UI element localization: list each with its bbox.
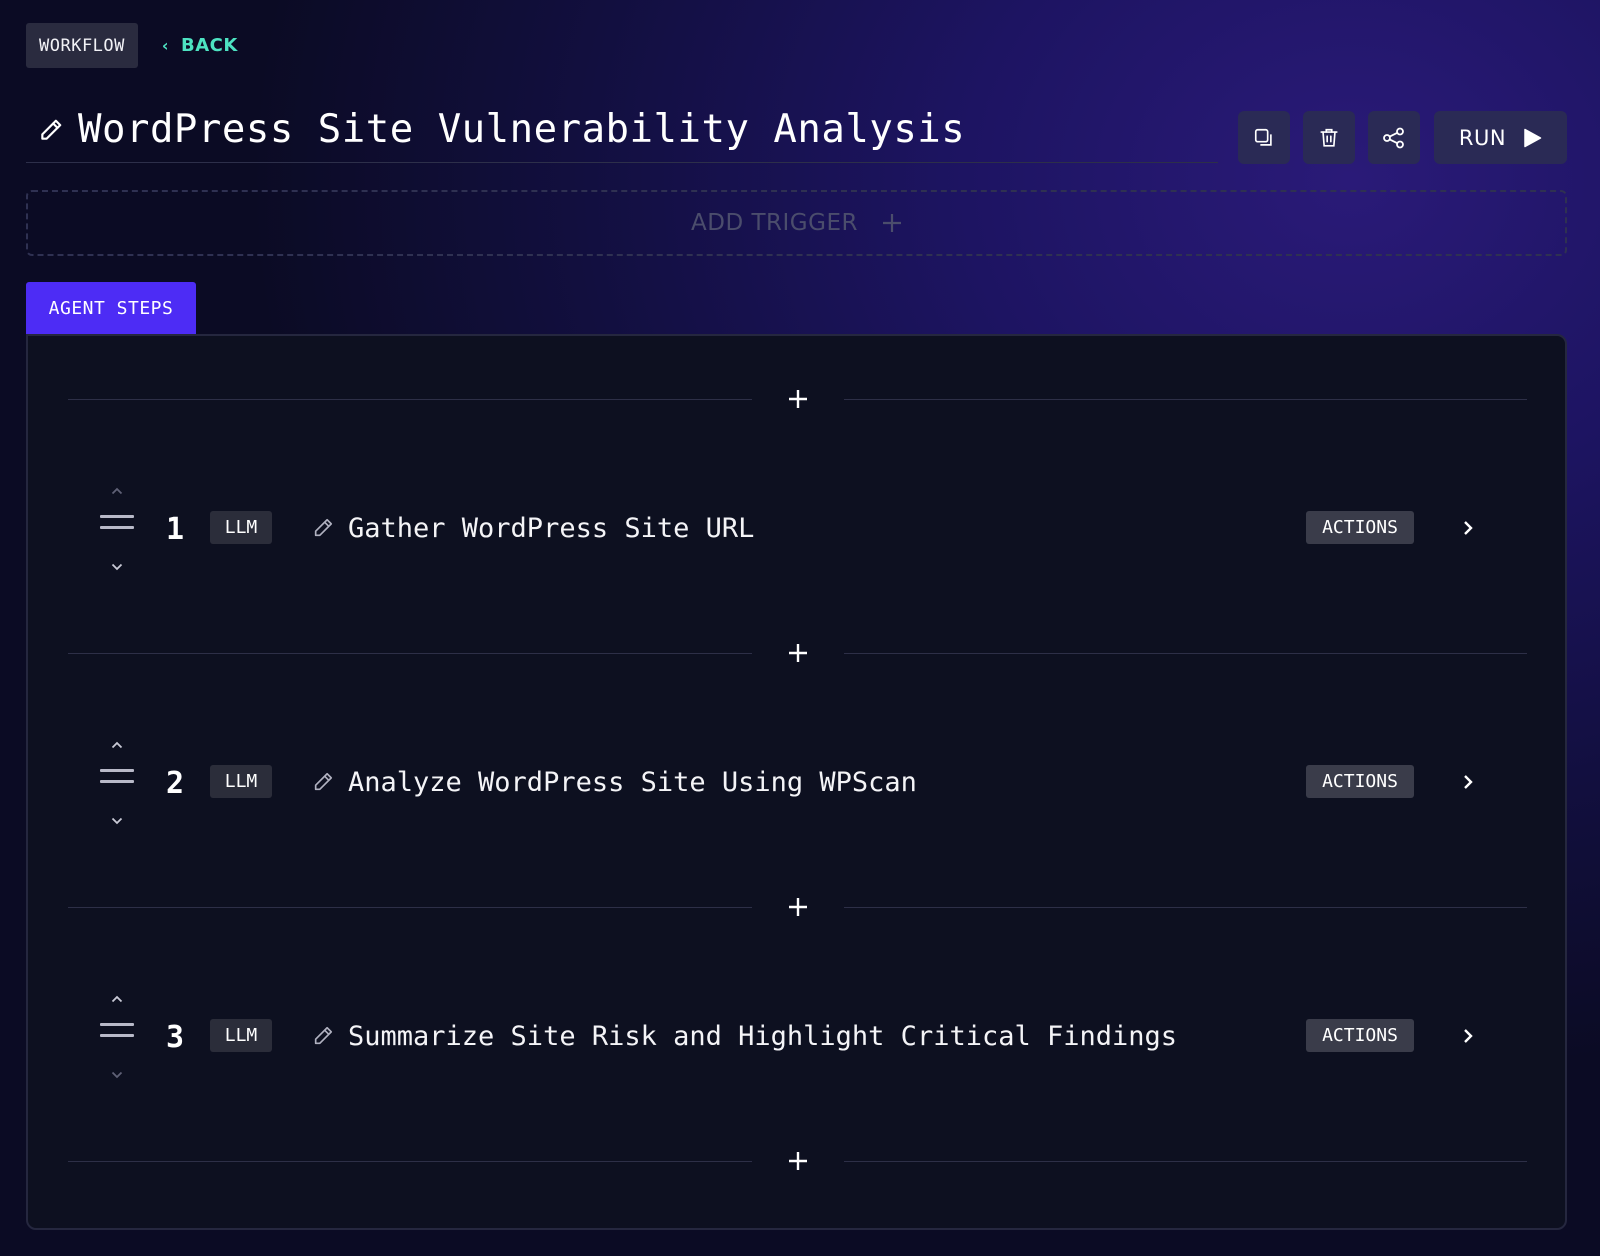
- drag-handle[interactable]: [100, 514, 134, 538]
- insert-step-button[interactable]: [778, 638, 818, 668]
- chevron-right-icon[interactable]: [1458, 518, 1478, 538]
- chevron-down-icon: [111, 817, 123, 825]
- back-label: BACK: [180, 35, 238, 56]
- trash-icon: [1320, 128, 1338, 147]
- delete-button[interactable]: [1303, 111, 1355, 164]
- plus-icon: [882, 214, 901, 232]
- pencil-icon[interactable]: [38, 117, 64, 143]
- add-trigger-label: ADD TRIGGER: [691, 210, 858, 236]
- step-type-badge: LLM: [210, 765, 272, 798]
- title-row: WordPress Site Vulnerability Analysis: [26, 97, 1218, 163]
- step-name[interactable]: Analyze WordPress Site Using WPScan: [348, 767, 917, 798]
- drag-handle[interactable]: [100, 1022, 134, 1046]
- share-icon: [1383, 127, 1404, 148]
- actions-button[interactable]: ACTIONS: [1306, 765, 1414, 798]
- pencil-icon[interactable]: [312, 771, 334, 793]
- run-label: RUN: [1458, 125, 1507, 150]
- divider-line: [68, 907, 752, 908]
- reorder-controls: [100, 992, 134, 1082]
- top-bar: WORKFLOW ‹ BACK: [26, 23, 238, 68]
- insert-step-divider: [68, 384, 1527, 414]
- run-button[interactable]: RUN: [1434, 111, 1567, 164]
- agent-steps-panel: 1 LLM Gather WordPress Site URL ACTIONS: [26, 334, 1567, 1230]
- chevron-down-icon: [111, 1071, 123, 1079]
- play-icon: [1524, 128, 1542, 147]
- step-type-badge: LLM: [210, 511, 272, 544]
- insert-step-button[interactable]: [778, 1146, 818, 1176]
- divider-line: [844, 1161, 1527, 1162]
- step-row: 1 LLM Gather WordPress Site URL ACTIONS: [28, 484, 1565, 574]
- reorder-controls: [100, 484, 134, 574]
- insert-step-button[interactable]: [778, 892, 818, 922]
- chevron-right-icon[interactable]: [1458, 1026, 1478, 1046]
- move-up-button[interactable]: [108, 738, 126, 752]
- back-link[interactable]: ‹ BACK: [162, 35, 238, 56]
- divider-line: [844, 399, 1527, 400]
- pencil-icon[interactable]: [312, 1025, 334, 1047]
- move-down-button[interactable]: [108, 814, 126, 828]
- move-up-button[interactable]: [108, 484, 126, 498]
- divider-line: [68, 399, 752, 400]
- chevron-up-icon: [111, 741, 123, 749]
- reorder-controls: [100, 738, 134, 828]
- move-down-button[interactable]: [108, 1068, 126, 1082]
- step-number: 2: [166, 766, 185, 801]
- insert-step-divider: [68, 892, 1527, 922]
- actions-button[interactable]: ACTIONS: [1306, 1019, 1414, 1052]
- step-name[interactable]: Gather WordPress Site URL: [348, 513, 754, 544]
- insert-step-divider: [68, 638, 1527, 668]
- step-number: 1: [166, 512, 185, 547]
- plus-icon: [789, 390, 807, 408]
- tab-agent-steps[interactable]: AGENT STEPS: [26, 282, 196, 334]
- move-up-button[interactable]: [108, 992, 126, 1006]
- step-row: 3 LLM Summarize Site Risk and Highlight …: [28, 992, 1565, 1082]
- share-button[interactable]: [1368, 111, 1420, 164]
- insert-step-divider: [68, 1146, 1527, 1176]
- plus-icon: [789, 1152, 807, 1170]
- plus-icon: [789, 644, 807, 662]
- chevron-left-icon: ‹: [161, 36, 169, 55]
- divider-line: [844, 907, 1527, 908]
- insert-step-button[interactable]: [778, 384, 818, 414]
- divider-line: [68, 1161, 752, 1162]
- move-down-button[interactable]: [108, 560, 126, 574]
- workflow-badge: WORKFLOW: [26, 23, 138, 68]
- chevron-right-icon[interactable]: [1458, 772, 1478, 792]
- copy-icon: [1254, 128, 1272, 146]
- chevron-down-icon: [111, 563, 123, 571]
- drag-handle[interactable]: [100, 768, 134, 792]
- step-type-badge: LLM: [210, 1019, 272, 1052]
- add-trigger-button[interactable]: ADD TRIGGER: [26, 190, 1567, 256]
- divider-line: [68, 653, 752, 654]
- plus-icon: [789, 898, 807, 916]
- page-title[interactable]: WordPress Site Vulnerability Analysis: [78, 107, 965, 152]
- chevron-up-icon: [111, 995, 123, 1003]
- pencil-icon[interactable]: [312, 517, 334, 539]
- divider-line: [844, 653, 1527, 654]
- duplicate-button[interactable]: [1238, 111, 1290, 164]
- step-row: 2 LLM Analyze WordPress Site Using WPSca…: [28, 738, 1565, 828]
- actions-button[interactable]: ACTIONS: [1306, 511, 1414, 544]
- step-number: 3: [166, 1020, 185, 1055]
- step-name[interactable]: Summarize Site Risk and Highlight Critic…: [348, 1021, 1177, 1052]
- chevron-up-icon: [111, 487, 123, 495]
